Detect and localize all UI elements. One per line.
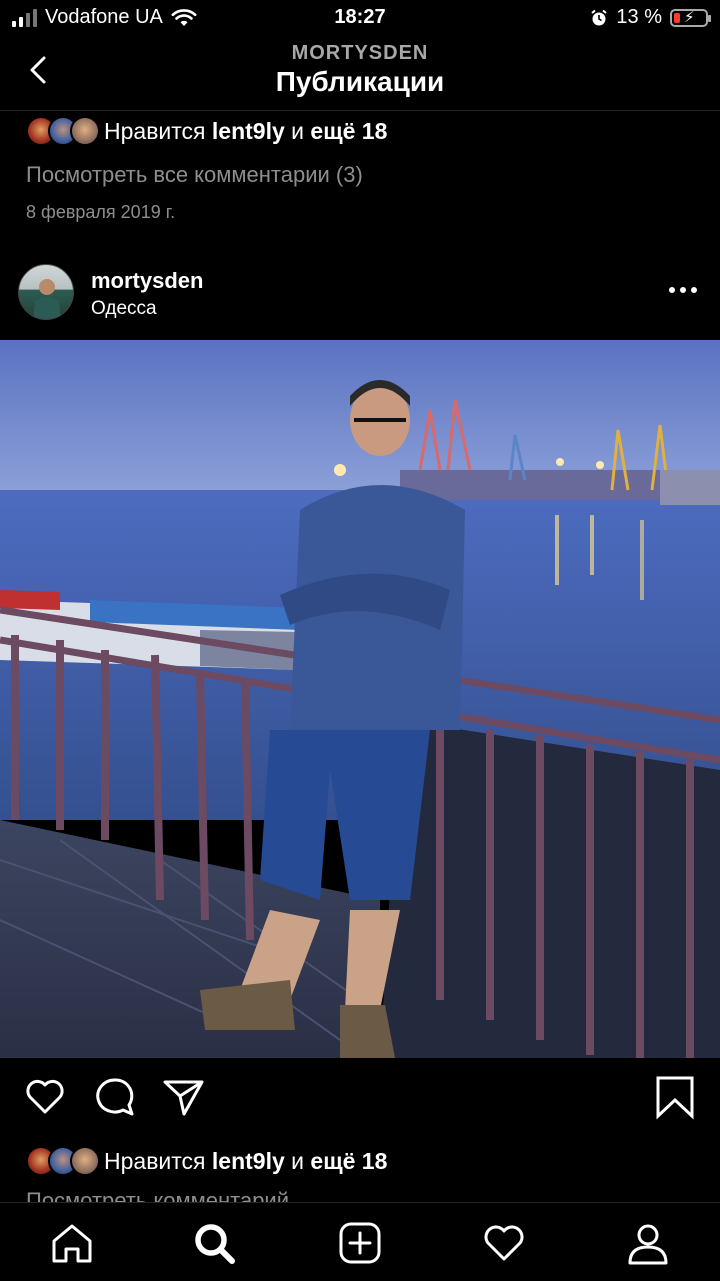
likes-prefix: Нравится xyxy=(104,117,212,144)
profile-icon xyxy=(628,1224,668,1265)
save-button[interactable] xyxy=(652,1074,698,1120)
likes-user[interactable]: lent9ly xyxy=(212,1148,285,1175)
post-author-username[interactable]: mortysden xyxy=(91,268,203,294)
more-horizontal-icon xyxy=(669,287,697,293)
nav-header: MORTYSDEN Публикации xyxy=(0,36,720,111)
post-date: 8 февраля 2019 г. xyxy=(26,202,176,222)
tab-profile[interactable] xyxy=(624,1219,672,1267)
likes-mid: и xyxy=(284,1147,311,1174)
liker-avatars xyxy=(26,116,100,146)
view-comments-text: Посмотреть комментарий xyxy=(26,1190,289,1202)
post-location[interactable]: Одесса xyxy=(91,298,157,320)
likes-more[interactable]: ещё 18 xyxy=(310,1148,387,1175)
share-icon xyxy=(163,1080,204,1116)
tab-activity[interactable] xyxy=(480,1219,528,1267)
battery-percent: 13 % xyxy=(616,6,662,28)
add-icon xyxy=(339,1222,381,1264)
avatar xyxy=(70,116,100,146)
page-title: Публикации xyxy=(275,66,445,97)
view-comments-link-cut[interactable]: Посмотреть комментарий xyxy=(26,1190,289,1202)
post-photo[interactable] xyxy=(0,340,720,1058)
activity-icon xyxy=(484,1225,524,1261)
likes-user[interactable]: lent9ly xyxy=(212,118,285,145)
tab-search[interactable] xyxy=(190,1219,238,1267)
bookmark-icon xyxy=(656,1076,694,1120)
likes-more[interactable]: ещё 18 xyxy=(310,118,387,145)
like-button[interactable] xyxy=(22,1074,68,1120)
tab-add[interactable] xyxy=(336,1219,384,1267)
alarm-icon xyxy=(591,9,608,25)
status-bar: Vodafone UA 18:27 13 % ⚡ xyxy=(0,0,720,36)
likes-mid: и xyxy=(284,117,311,144)
more-options-button[interactable] xyxy=(668,280,698,300)
comment-button[interactable] xyxy=(92,1074,138,1120)
view-comments-link[interactable]: Посмотреть все комментарии (3) xyxy=(26,162,363,188)
tab-home[interactable] xyxy=(48,1219,96,1267)
search-icon xyxy=(195,1224,235,1264)
likes-summary-prev[interactable]: Нравится lent9ly и ещё 18 xyxy=(26,116,387,146)
comment-icon xyxy=(96,1078,134,1116)
profile-username-subtitle: MORTYSDEN xyxy=(291,42,429,64)
status-right: 13 % ⚡ xyxy=(590,6,711,29)
post-action-bar xyxy=(0,1074,720,1130)
tab-bar xyxy=(0,1202,720,1281)
avatar xyxy=(70,1146,100,1176)
post-header: mortysden Одесса xyxy=(0,250,720,338)
heart-icon xyxy=(26,1079,64,1114)
avatar[interactable] xyxy=(18,264,74,320)
likes-summary[interactable]: Нравится lent9ly и ещё 18 xyxy=(26,1146,387,1176)
share-button[interactable] xyxy=(160,1074,206,1120)
home-icon xyxy=(52,1224,92,1263)
likes-prefix: Нравится xyxy=(104,1147,212,1174)
liker-avatars xyxy=(26,1146,100,1176)
battery-icon: ⚡ xyxy=(670,8,711,27)
